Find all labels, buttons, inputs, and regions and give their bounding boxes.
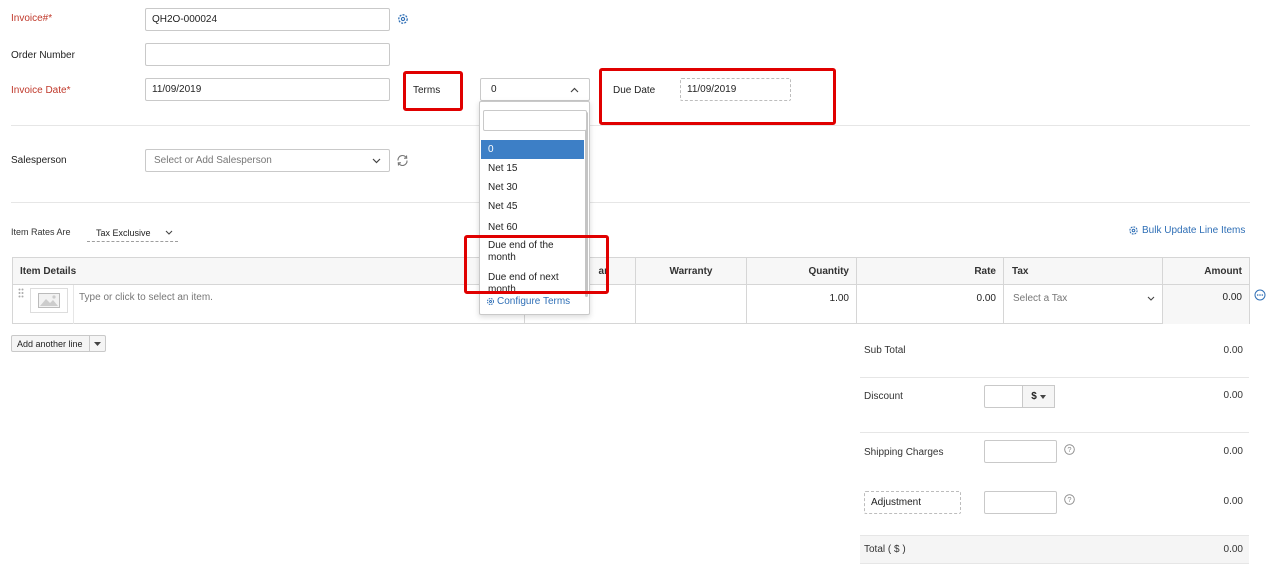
col-item-details: Item Details	[13, 258, 525, 285]
total-row: Total ( $ ) 0.00	[860, 535, 1249, 564]
adjustment-value: 0.00	[1223, 496, 1243, 507]
invoice-number-label: Invoice#*	[11, 13, 53, 24]
divider	[11, 125, 1250, 126]
subtotal-value: 0.00	[1223, 345, 1243, 356]
terms-option-0[interactable]: 0	[481, 140, 584, 159]
quantity-value: 1.00	[829, 293, 849, 304]
add-line-button[interactable]: Add another line	[11, 335, 106, 352]
image-placeholder-icon	[30, 288, 68, 313]
item-input[interactable]: Type or click to select an item.	[79, 292, 213, 303]
rate-cell[interactable]: 0.00	[857, 285, 1004, 324]
invoice-date-label: Invoice Date*	[11, 85, 71, 96]
shipping-value: 0.00	[1223, 446, 1243, 457]
svg-text:?: ?	[1067, 495, 1071, 504]
discount-unit-select[interactable]: $	[1022, 385, 1055, 408]
drag-handle-icon[interactable]	[18, 288, 24, 300]
chevron-up-icon	[570, 87, 579, 93]
terms-options-highlight-box	[464, 235, 609, 294]
discount-label: Discount	[864, 391, 903, 402]
discount-value: 0.00	[1223, 390, 1243, 401]
chevron-down-icon	[1147, 296, 1155, 301]
adjustment-row: Adjustment ? 0.00	[860, 491, 1249, 521]
salesperson-select[interactable]: Select or Add Salesperson	[145, 149, 390, 172]
col-rate: Rate	[857, 258, 1004, 285]
gear-icon	[1128, 225, 1139, 236]
terms-option-net-30[interactable]: Net 30	[481, 178, 584, 197]
rate-value: 0.00	[976, 293, 996, 304]
terms-option-net-15[interactable]: Net 15	[481, 159, 584, 178]
chevron-down-icon	[165, 230, 173, 235]
caret-down-icon[interactable]	[88, 336, 105, 351]
divider	[860, 432, 1249, 433]
col-amount: Amount	[1204, 266, 1242, 277]
order-number-input[interactable]	[145, 43, 390, 66]
terms-option-net-45[interactable]: Net 45	[481, 197, 584, 216]
chevron-down-icon	[372, 158, 381, 164]
adjustment-label-input[interactable]: Adjustment	[864, 491, 961, 514]
col-warranty: Warranty	[636, 258, 747, 285]
subtotal-row: Sub Total 0.00	[860, 345, 1249, 377]
divider	[11, 202, 1250, 203]
quantity-cell[interactable]: 1.00	[747, 285, 857, 324]
svg-text:?: ?	[1067, 445, 1071, 454]
bulk-update-link[interactable]: Bulk Update Line Items	[1128, 225, 1245, 236]
help-icon[interactable]: ?	[1064, 444, 1075, 455]
item-table: Item Details ar Warranty Quantity Rate T…	[12, 257, 1250, 324]
row-options-icon[interactable]	[1254, 289, 1266, 301]
order-number-label: Order Number	[11, 50, 75, 61]
invoice-date-input[interactable]: 11/09/2019	[145, 78, 390, 101]
total-label: Total ( $ )	[864, 544, 906, 555]
discount-input[interactable]	[984, 385, 1023, 408]
adjustment-input[interactable]	[984, 491, 1057, 514]
tax-mode-select[interactable]: Tax Exclusive	[87, 224, 178, 242]
terms-search-input[interactable]	[483, 110, 587, 131]
shipping-input[interactable]	[984, 440, 1057, 463]
item-rates-label: Item Rates Are	[11, 227, 71, 237]
col-tax: Tax	[1004, 258, 1163, 285]
configure-terms-link[interactable]: Configure Terms	[486, 296, 571, 307]
terms-label: Terms	[413, 85, 441, 96]
amount-cell: 0.00	[1163, 285, 1249, 324]
help-icon[interactable]: ?	[1064, 494, 1075, 505]
tax-placeholder: Select a Tax	[1013, 293, 1068, 304]
invoice-number-input[interactable]: QH2O-000024	[145, 8, 390, 31]
gear-icon[interactable]	[396, 12, 410, 26]
warranty-cell[interactable]	[636, 285, 747, 324]
divider	[860, 377, 1249, 378]
due-date-label: Due Date	[613, 85, 656, 96]
table-row: Type or click to select an item.	[13, 285, 525, 324]
caret-down-icon	[1039, 394, 1046, 399]
gear-icon	[486, 297, 495, 306]
terms-select[interactable]: 0	[480, 78, 590, 101]
salesperson-label: Salesperson	[11, 155, 67, 166]
discount-row: Discount $ 0.00	[860, 384, 1249, 428]
subtotal-label: Sub Total	[864, 345, 906, 356]
tax-select[interactable]: Select a Tax	[1004, 285, 1163, 324]
col-quantity: Quantity	[747, 258, 857, 285]
amount-value: 0.00	[1222, 292, 1242, 303]
due-date-input[interactable]: 11/09/2019	[680, 78, 791, 101]
refresh-icon[interactable]	[396, 154, 409, 167]
total-value: 0.00	[1223, 544, 1243, 555]
shipping-row: Shipping Charges ? 0.00	[860, 440, 1249, 484]
shipping-label: Shipping Charges	[864, 447, 944, 458]
